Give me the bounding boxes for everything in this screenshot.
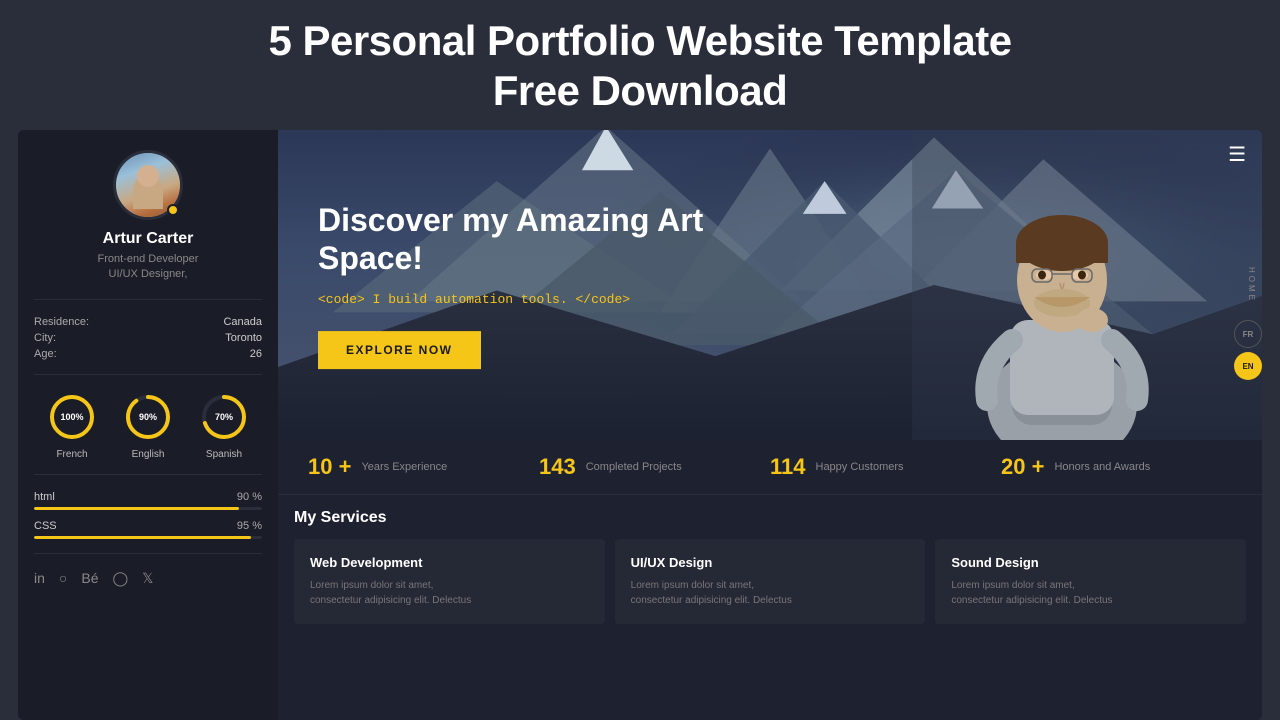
english-progress: 90% bbox=[122, 391, 174, 443]
lang-fr-button[interactable]: FR bbox=[1234, 320, 1262, 348]
skill-css-name: CSS bbox=[34, 520, 57, 532]
avatar-container bbox=[113, 150, 183, 220]
sidebar: Artur Carter Front-end Developer UI/UX D… bbox=[18, 130, 278, 720]
skill-css: CSS 95 % bbox=[34, 520, 262, 539]
service-card-uiux: UI/UX Design Lorem ipsum dolor sit amet,… bbox=[615, 539, 926, 624]
city-value: Toronto bbox=[225, 332, 262, 344]
city-label: City: bbox=[34, 332, 56, 344]
stat-awards-number: 20 + bbox=[1001, 454, 1044, 480]
person-svg bbox=[932, 145, 1192, 440]
hero-person-image bbox=[932, 145, 1192, 440]
page-title: 5 Personal Portfolio Website Template Fr… bbox=[268, 16, 1011, 117]
title-bar: 5 Personal Portfolio Website Template Fr… bbox=[0, 0, 1280, 130]
language-switcher: FR EN bbox=[1234, 320, 1262, 380]
linkedin-icon[interactable]: in bbox=[34, 570, 45, 586]
twitter-icon[interactable]: 𝕏 bbox=[142, 570, 153, 587]
explore-button[interactable]: EXPLORE NOW bbox=[318, 331, 481, 369]
webdev-title: Web Development bbox=[310, 555, 589, 570]
sound-desc: Lorem ipsum dolor sit amet,consectetur a… bbox=[951, 578, 1230, 608]
french-progress: 100% bbox=[46, 391, 98, 443]
skills-section: html 90 % CSS 95 % bbox=[34, 491, 262, 554]
residence-value: Canada bbox=[223, 316, 262, 328]
stat-projects-number: 143 bbox=[539, 454, 576, 480]
stat-projects-label: Completed Projects bbox=[586, 460, 682, 474]
profile-title: Front-end Developer UI/UX Designer, bbox=[98, 252, 199, 283]
skill-html: html 90 % bbox=[34, 491, 262, 510]
skill-css-bar-fill bbox=[34, 536, 251, 539]
services-title: My Services bbox=[294, 509, 1246, 527]
age-value: 26 bbox=[250, 348, 262, 360]
lang-french: 100% French bbox=[46, 391, 98, 460]
code-tag-close: </code> bbox=[575, 292, 630, 307]
hero-title: Discover my Amazing Art Space! bbox=[318, 201, 738, 278]
stat-customers: 114 Happy Customers bbox=[770, 454, 1001, 480]
stat-experience-number: 10 + bbox=[308, 454, 351, 480]
age-label: Age: bbox=[34, 348, 57, 360]
social-section: in ○ Bé ◯ 𝕏 bbox=[34, 570, 262, 587]
home-label: HOME bbox=[1247, 267, 1256, 303]
english-label: English bbox=[132, 449, 165, 460]
spanish-label: Spanish bbox=[206, 449, 242, 460]
hero-subtitle: <code> I build automation tools. </code> bbox=[318, 292, 738, 307]
english-percent: 90% bbox=[139, 412, 157, 422]
lang-en-button[interactable]: EN bbox=[1234, 352, 1262, 380]
sound-title: Sound Design bbox=[951, 555, 1230, 570]
profile-section: Artur Carter Front-end Developer UI/UX D… bbox=[34, 150, 262, 300]
skill-css-pct: 95 % bbox=[237, 520, 262, 532]
webdev-desc: Lorem ipsum dolor sit amet,consectetur a… bbox=[310, 578, 589, 608]
languages-section: 100% French 90% English bbox=[34, 391, 262, 475]
main-content: Artur Carter Front-end Developer UI/UX D… bbox=[18, 130, 1262, 720]
skill-css-bar-bg bbox=[34, 536, 262, 539]
skill-html-bar-bg bbox=[34, 507, 262, 510]
spanish-percent: 70% bbox=[215, 412, 233, 422]
service-card-webdev: Web Development Lorem ipsum dolor sit am… bbox=[294, 539, 605, 624]
hero-nav: ☰ bbox=[1228, 142, 1246, 167]
info-row-residence: Residence: Canada bbox=[34, 316, 262, 328]
hamburger-icon[interactable]: ☰ bbox=[1228, 142, 1246, 167]
stat-projects: 143 Completed Projects bbox=[539, 454, 770, 480]
stat-experience-label: Years Experience bbox=[361, 460, 447, 474]
hero-subtitle-text: I build automation tools. bbox=[373, 292, 576, 307]
uiux-title: UI/UX Design bbox=[631, 555, 910, 570]
code-tag-open: <code> bbox=[318, 292, 365, 307]
info-row-age: Age: 26 bbox=[34, 348, 262, 360]
stat-experience: 10 + Years Experience bbox=[308, 454, 539, 480]
info-section: Residence: Canada City: Toronto Age: 26 bbox=[34, 316, 262, 375]
github-icon[interactable]: ◯ bbox=[113, 570, 129, 587]
skill-html-bar-fill bbox=[34, 507, 239, 510]
info-row-city: City: Toronto bbox=[34, 332, 262, 344]
profile-name: Artur Carter bbox=[103, 230, 194, 248]
french-percent: 100% bbox=[60, 412, 83, 422]
stat-awards: 20 + Honors and Awards bbox=[1001, 454, 1232, 480]
behance-icon[interactable]: Bé bbox=[81, 570, 98, 586]
skill-html-pct: 90 % bbox=[237, 491, 262, 503]
lang-english: 90% English bbox=[122, 391, 174, 460]
services-grid: Web Development Lorem ipsum dolor sit am… bbox=[294, 539, 1246, 624]
skill-html-name: html bbox=[34, 491, 55, 503]
stat-customers-number: 114 bbox=[770, 454, 806, 480]
french-label: French bbox=[56, 449, 87, 460]
online-indicator bbox=[167, 204, 179, 216]
service-card-sound: Sound Design Lorem ipsum dolor sit amet,… bbox=[935, 539, 1246, 624]
residence-label: Residence: bbox=[34, 316, 89, 328]
hero-content: Discover my Amazing Art Space! <code> I … bbox=[318, 201, 738, 369]
services-section: My Services Web Development Lorem ipsum … bbox=[278, 495, 1262, 720]
stat-customers-label: Happy Customers bbox=[816, 460, 904, 474]
hero-section: ☰ HOME Discover my Amazing Art Space! <c… bbox=[278, 130, 1262, 440]
uiux-desc: Lorem ipsum dolor sit amet,consectetur a… bbox=[631, 578, 910, 608]
stat-awards-label: Honors and Awards bbox=[1054, 460, 1150, 474]
spanish-progress: 70% bbox=[198, 391, 250, 443]
globe-icon[interactable]: ○ bbox=[59, 570, 67, 586]
lang-spanish: 70% Spanish bbox=[198, 391, 250, 460]
main-panel: ☰ HOME Discover my Amazing Art Space! <c… bbox=[278, 130, 1262, 720]
stats-bar: 10 + Years Experience 143 Completed Proj… bbox=[278, 440, 1262, 495]
